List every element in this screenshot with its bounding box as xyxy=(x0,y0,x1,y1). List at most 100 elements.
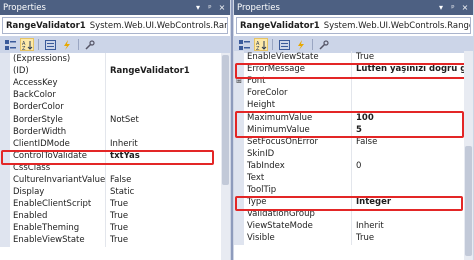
property-row[interactable]: Visible True xyxy=(234,232,473,245)
property-value[interactable] xyxy=(106,101,230,113)
property-row[interactable]: CultureInvariantValues False xyxy=(0,173,230,187)
property-row[interactable]: BorderWidth xyxy=(0,125,230,138)
property-value[interactable]: True xyxy=(106,222,230,234)
property-row[interactable]: ForeColor xyxy=(234,87,473,100)
expand-icon[interactable]: ⊞ xyxy=(234,75,244,88)
property-value[interactable] xyxy=(106,89,230,101)
left-scrollbar[interactable] xyxy=(221,53,230,260)
property-row[interactable]: BackColor xyxy=(0,89,230,102)
property-row[interactable]: EnableViewState True xyxy=(0,234,230,247)
property-row[interactable]: EnableClientScript True xyxy=(0,198,230,211)
property-row[interactable]: MaximumValue 100 xyxy=(234,111,473,124)
row-gutter xyxy=(0,161,10,174)
property-value[interactable]: Static xyxy=(106,186,230,198)
property-row[interactable]: Type Integer xyxy=(234,196,473,209)
close-icon[interactable]: × xyxy=(217,3,227,12)
property-value[interactable]: Integer xyxy=(352,196,473,208)
property-row[interactable]: (ID) RangeValidator1 xyxy=(0,65,230,78)
property-value[interactable]: 0 xyxy=(352,160,473,172)
right-properties-window: Properties ▾ ᵖ × RangeValidator1 System.… xyxy=(233,0,474,260)
property-name: TabIndex xyxy=(244,159,352,172)
property-value[interactable] xyxy=(352,184,473,196)
property-row[interactable]: MinimumValue 5 xyxy=(234,123,473,136)
events-icon[interactable] xyxy=(60,38,74,51)
events-icon[interactable] xyxy=(294,38,308,51)
left-scroll-thumb[interactable] xyxy=(222,55,229,185)
pin-icon[interactable]: ᵖ xyxy=(205,3,215,12)
property-value[interactable]: RangeValidator1 xyxy=(106,65,230,77)
property-value[interactable]: True xyxy=(352,232,473,244)
property-name: Enabled xyxy=(10,210,106,223)
property-value[interactable]: False xyxy=(106,174,230,186)
property-value[interactable] xyxy=(106,53,230,65)
property-value[interactable]: True xyxy=(106,234,230,246)
property-value[interactable] xyxy=(352,75,473,87)
svg-text:Z: Z xyxy=(22,46,26,50)
property-row[interactable]: ⊞ Font xyxy=(234,75,473,88)
property-row[interactable]: ViewStateMode Inherit xyxy=(234,220,473,233)
property-row[interactable]: SkinID xyxy=(234,147,473,160)
property-row[interactable]: Enabled True xyxy=(0,210,230,223)
property-row[interactable]: Text xyxy=(234,171,473,185)
property-row[interactable]: Height xyxy=(234,99,473,112)
pin-icon[interactable]: ᵖ xyxy=(448,3,458,12)
property-value[interactable]: Inherit xyxy=(352,220,473,232)
left-object-type: System.Web.UI.WebControls.RangeValidato xyxy=(89,20,228,31)
close-icon[interactable]: × xyxy=(460,3,470,12)
right-object-name: RangeValidator1 xyxy=(240,20,320,31)
property-value[interactable] xyxy=(106,126,230,138)
property-row[interactable]: EnableTheming True xyxy=(0,222,230,235)
properties-icon[interactable] xyxy=(277,38,291,51)
alphabetical-icon[interactable]: AZ xyxy=(254,38,268,51)
property-row[interactable]: BorderColor xyxy=(0,101,230,114)
property-row[interactable]: ControlToValidate txtYas xyxy=(0,149,230,162)
property-value[interactable]: txtYas xyxy=(106,150,230,162)
alphabetical-icon[interactable]: AZ xyxy=(20,38,34,51)
property-value[interactable]: 5 xyxy=(352,124,473,136)
property-value[interactable] xyxy=(352,99,473,111)
property-row[interactable]: ToolTip xyxy=(234,184,473,197)
property-row[interactable]: Display Static xyxy=(0,186,230,199)
property-value[interactable]: True xyxy=(352,51,473,63)
property-row[interactable]: CssClass xyxy=(0,161,230,174)
window-position-dropdown-icon[interactable]: ▾ xyxy=(436,3,446,12)
right-scrollbar[interactable] xyxy=(464,51,473,260)
left-object-name: RangeValidator1 xyxy=(6,20,86,31)
categorized-icon[interactable] xyxy=(237,38,251,51)
property-row[interactable]: SetFocusOnError False xyxy=(234,135,473,148)
property-value[interactable]: NotSet xyxy=(106,113,230,125)
property-row[interactable]: ClientIDMode Inherit xyxy=(0,137,230,150)
property-value[interactable]: True xyxy=(106,210,230,222)
property-value[interactable]: False xyxy=(352,136,473,148)
left-object-selector[interactable]: RangeValidator1 System.Web.UI.WebControl… xyxy=(2,17,228,34)
property-name: EnableViewState xyxy=(244,51,352,64)
property-value[interactable]: 100 xyxy=(352,111,473,123)
property-row[interactable]: BorderStyle NotSet xyxy=(0,113,230,126)
right-scroll-thumb[interactable] xyxy=(465,146,472,256)
property-row[interactable]: ValidationGroup xyxy=(234,208,473,221)
property-row[interactable]: AccessKey xyxy=(0,77,230,90)
row-gutter xyxy=(234,99,244,112)
property-row[interactable]: ErrorMessageLütfen yaşınızı doğru girini… xyxy=(234,63,473,76)
property-value[interactable] xyxy=(106,77,230,89)
property-pages-icon[interactable] xyxy=(83,38,97,51)
property-value[interactable] xyxy=(352,172,473,184)
property-value[interactable]: True xyxy=(106,198,230,210)
property-name: AccessKey xyxy=(10,77,106,90)
property-row[interactable]: EnableViewState True xyxy=(234,51,473,64)
property-value[interactable] xyxy=(106,162,230,174)
right-object-selector[interactable]: RangeValidator1 System.Web.UI.WebControl… xyxy=(236,17,471,34)
properties-icon[interactable] xyxy=(43,38,57,51)
property-value[interactable] xyxy=(352,148,473,160)
window-position-dropdown-icon[interactable]: ▾ xyxy=(193,3,203,12)
property-name: CultureInvariantValues xyxy=(10,173,106,187)
categorized-icon[interactable] xyxy=(3,38,17,51)
property-pages-icon[interactable] xyxy=(317,38,331,51)
property-row[interactable]: TabIndex 0 xyxy=(234,159,473,172)
property-value[interactable]: Lütfen yaşınızı doğru giriniz! xyxy=(352,63,473,75)
property-row[interactable]: (Expressions) xyxy=(0,53,230,66)
property-value[interactable] xyxy=(352,87,473,99)
property-value[interactable] xyxy=(352,208,473,220)
property-value[interactable]: Inherit xyxy=(106,138,230,150)
property-name: (Expressions) xyxy=(10,53,106,66)
